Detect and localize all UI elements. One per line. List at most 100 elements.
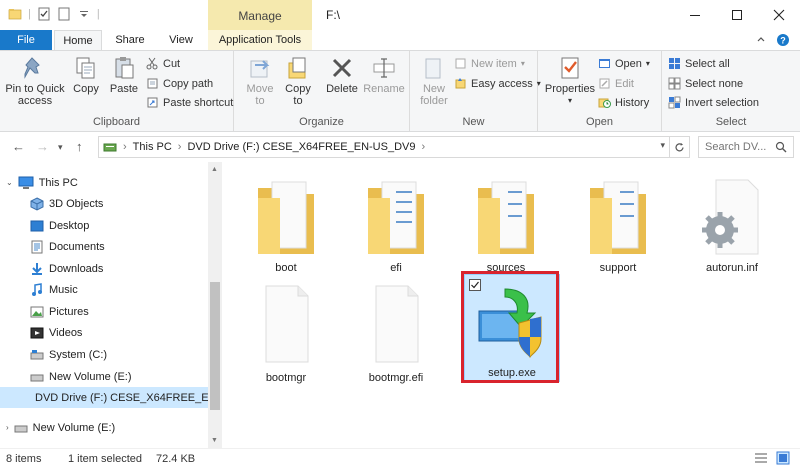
tree-item-videos[interactable]: Videos (30, 322, 82, 343)
scissors-icon (146, 57, 158, 70)
invert-selection-button[interactable]: Invert selection (668, 96, 759, 109)
edit-button[interactable]: Edit (598, 77, 634, 90)
tree-item-new-volume-e[interactable]: New Volume (E:) (30, 366, 132, 387)
file-item-support[interactable]: support (570, 168, 666, 276)
tree-item-this-pc[interactable]: ⌄ This PC (6, 172, 78, 193)
new-folder-button[interactable]: New folder (416, 55, 452, 107)
close-icon (773, 9, 785, 21)
quick-access-toolbar: | | (8, 7, 100, 21)
breadcrumb-dvd-drive[interactable]: DVD Drive (F:) CESE_X64FREE_EN-US_DV9 (187, 141, 415, 153)
tree-item-documents[interactable]: Documents (30, 236, 105, 257)
tab-view[interactable]: View (158, 30, 204, 50)
cut-button[interactable]: Cut (146, 57, 180, 70)
file-item-boot[interactable]: boot (238, 168, 334, 276)
minimize-button[interactable] (674, 0, 716, 30)
details-view-icon[interactable] (754, 452, 768, 467)
up-arrow-icon[interactable]: ↑ (76, 139, 83, 154)
status-item-count: 8 items (6, 453, 42, 465)
close-button[interactable] (758, 0, 800, 30)
easy-access-icon (455, 78, 466, 89)
open-button[interactable]: Open ▾ (598, 57, 650, 70)
tree-item-downloads[interactable]: Downloads (30, 258, 103, 279)
rename-button[interactable]: Rename (362, 55, 406, 95)
setup-highlight-annotation (461, 271, 559, 383)
history-button[interactable]: History (598, 96, 649, 109)
new-item-button[interactable]: New item ▾ (454, 57, 525, 70)
new-group: New folder New item ▾ Easy access ▾ New (410, 51, 541, 131)
maximize-button[interactable] (716, 0, 758, 30)
window-title: F:\ (326, 8, 340, 22)
move-to-icon (250, 60, 270, 78)
pin-to-quick-access-button[interactable]: Pin to Quick access (4, 55, 66, 107)
help-icon[interactable]: ? (776, 33, 790, 47)
navigation-row: ← → ▾ ↑ › This PC › DVD Drive (F:) CESE_… (0, 133, 800, 161)
clipboard-group: Pin to Quick access Copy Paste Cut Copy … (0, 51, 234, 131)
tree-item-3d-objects[interactable]: 3D Objects (30, 193, 103, 214)
paste-icon (115, 57, 134, 79)
tab-file[interactable]: File (0, 30, 52, 50)
navigation-scrollbar[interactable]: ▲ ▼ (208, 162, 222, 448)
music-icon (32, 282, 42, 296)
search-input[interactable] (705, 141, 775, 153)
tree-item-new-volume-e-root[interactable]: › New Volume (E:) (6, 417, 115, 438)
tree-item-music[interactable]: Music (30, 279, 78, 300)
video-icon (30, 327, 44, 338)
forward-arrow-icon[interactable]: → (36, 139, 49, 154)
select-group: Select all Select none Invert selection … (662, 51, 800, 131)
refresh-button[interactable] (669, 137, 689, 157)
collapse-chevron-icon[interactable]: › (6, 423, 9, 432)
select-group-label: Select (715, 116, 747, 128)
open-group: Properties ▾ Open ▾ Edit History Open (538, 51, 662, 131)
copy-button[interactable]: Copy (68, 55, 104, 95)
navigation-scroll-thumb[interactable] (210, 282, 220, 410)
large-icons-view-icon[interactable] (776, 451, 790, 468)
manage-context-tab[interactable]: Manage (208, 0, 312, 30)
open-icon (599, 59, 610, 68)
tab-home[interactable]: Home (54, 30, 102, 50)
back-arrow-icon[interactable]: ← (12, 139, 25, 154)
properties-button[interactable]: Properties ▾ (544, 55, 596, 107)
address-history-chevron-icon[interactable]: ▾ (660, 140, 665, 151)
select-none-button[interactable]: Select none (668, 77, 743, 90)
copy-icon (76, 57, 95, 79)
recent-locations-chevron-icon[interactable]: ▾ (58, 142, 63, 153)
properties-check-icon[interactable] (37, 7, 51, 21)
address-bar[interactable]: › This PC › DVD Drive (F:) CESE_X64FREE_… (98, 136, 690, 158)
file-item-sources[interactable]: sources (458, 168, 554, 276)
organize-group: Move to Copy to Delete Rename Organize (234, 51, 410, 131)
tree-item-pictures[interactable]: Pictures (30, 301, 89, 322)
file-item-autorun-inf[interactable]: autorun.inf (684, 168, 780, 276)
new-page-icon[interactable] (57, 7, 71, 21)
ribbon-tabs: File Home Share View Application Tools ? (0, 30, 800, 50)
paste-button[interactable]: Paste (106, 55, 142, 95)
collapse-ribbon-icon[interactable] (756, 35, 766, 45)
minimize-icon (690, 15, 700, 16)
easy-access-button[interactable]: Easy access ▾ (454, 77, 541, 90)
file-item-bootmgr[interactable]: bootmgr (238, 278, 334, 386)
document-icon (31, 240, 43, 253)
tree-item-system-c[interactable]: System (C:) (30, 344, 107, 365)
move-to-button[interactable]: Move to (242, 55, 278, 107)
search-icon (775, 141, 787, 153)
search-box[interactable] (698, 136, 794, 158)
customize-dropdown-icon[interactable] (77, 7, 91, 21)
tree-item-desktop[interactable]: Desktop (30, 215, 89, 236)
copy-to-icon (288, 57, 306, 79)
status-bar: 8 items 1 item selected 72.4 KB (0, 448, 800, 468)
scroll-down-icon[interactable]: ▼ (211, 437, 218, 444)
open-group-label: Open (586, 116, 613, 128)
copy-path-button[interactable]: Copy path (146, 77, 213, 90)
paste-shortcut-button[interactable]: Paste shortcut (146, 96, 233, 109)
file-item-bootmgr-efi[interactable]: bootmgr.efi (348, 278, 444, 386)
tab-share[interactable]: Share (106, 30, 154, 50)
tab-application-tools[interactable]: Application Tools (208, 30, 312, 50)
title-bar: | | Manage F:\ (0, 0, 800, 30)
copy-to-button[interactable]: Copy to (280, 55, 316, 107)
delete-button[interactable]: Delete (322, 55, 362, 95)
tree-item-dvd-drive-f[interactable]: DVD Drive (F:) CESE_X64FREE_EN- (0, 387, 220, 408)
scroll-up-icon[interactable]: ▲ (211, 166, 218, 173)
expand-chevron-icon[interactable]: ⌄ (6, 178, 13, 187)
select-all-button[interactable]: Select all (668, 57, 730, 70)
file-item-efi[interactable]: efi (348, 168, 444, 276)
breadcrumb-this-pc[interactable]: This PC (133, 141, 172, 153)
